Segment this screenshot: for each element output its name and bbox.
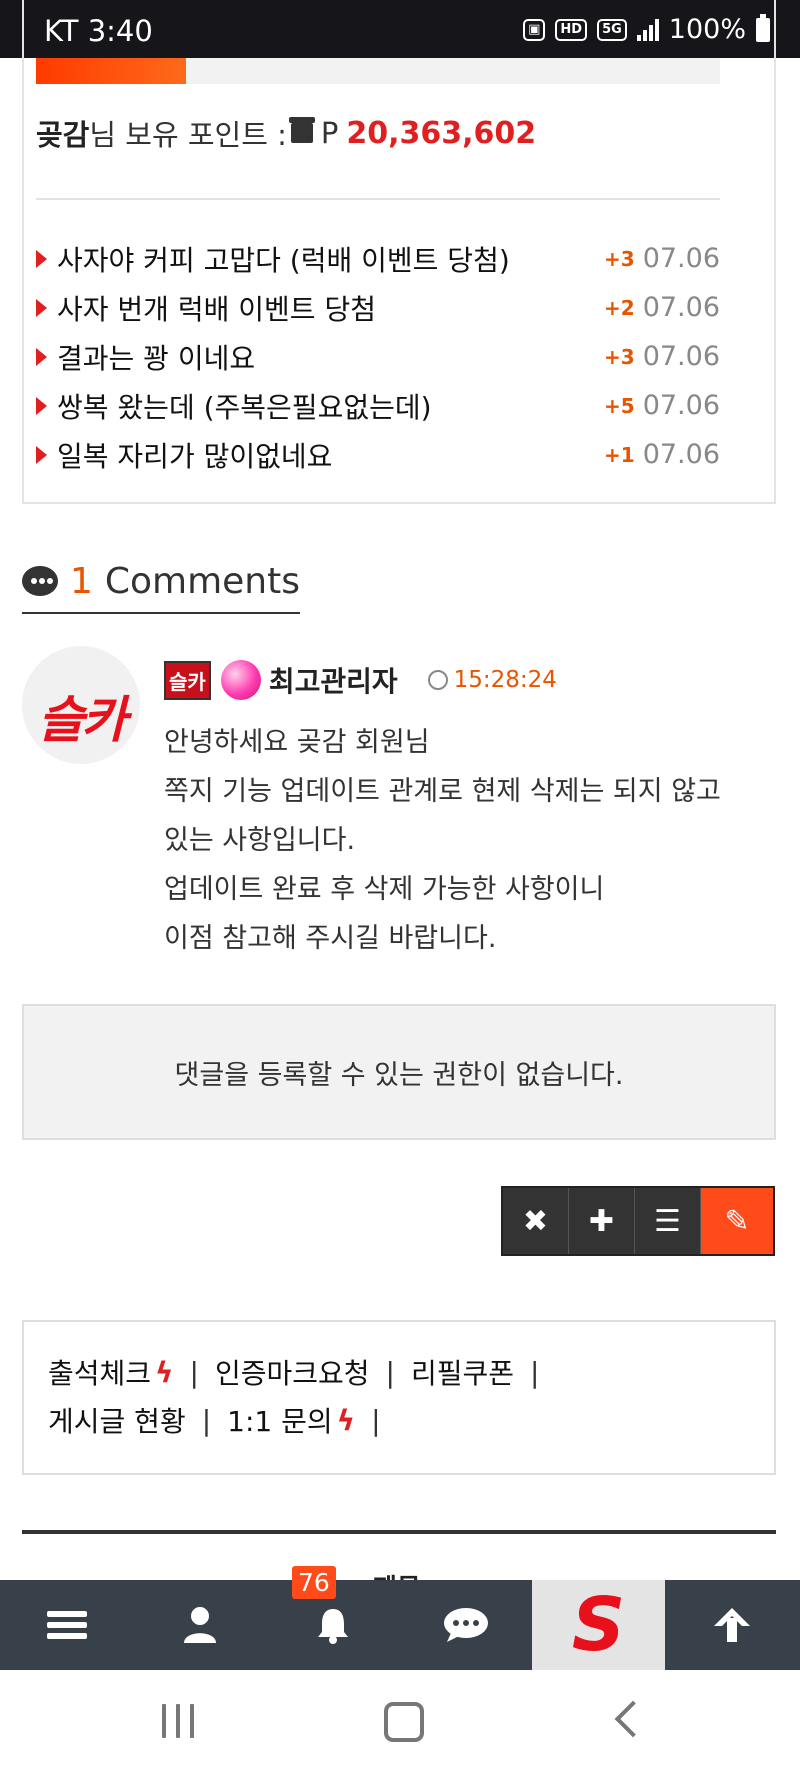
close-button[interactable]: ✖ [503,1188,569,1254]
comment-line: 쪽지 기능 업데이트 관계로 현제 삭제는 되지 않고 [164,776,721,807]
recent-post-date: 07.06 [642,439,720,470]
recent-post-title[interactable]: 결과는 꽝 이네요 [57,337,604,377]
recent-post-title[interactable]: 일복 자리가 많이없네요 [57,435,604,475]
home-button[interactable] [384,1702,424,1742]
comments-header: 1 Comments [22,550,300,614]
quick-links-box: 출석체크 ϟ | 인증마크요청 | 리필쿠폰 | 게시글 현황 | 1:1 문의… [22,1320,776,1475]
quick-links-row: 출석체크 ϟ | 인증마크요청 | 리필쿠폰 | [48,1352,555,1392]
comment-line: 이점 참고해 주시길 바랍니다. [164,923,497,954]
avatar-logo-text: 슬카 [38,691,127,749]
recent-post-item[interactable]: 사자야 커피 고맙다 (럭배 이벤트 당첨) +3 07.06 [36,234,720,283]
recent-post-date: 07.06 [642,390,720,421]
comment-author[interactable]: 최고관리자 [269,660,398,700]
comment-line: 안녕하세요 곶감 회원님 [164,727,430,758]
separator: | [189,1355,199,1389]
recent-post-date: 07.06 [642,292,720,323]
recent-post-points: +2 [604,295,635,320]
level-orb-icon [220,660,261,700]
triangle-right-icon [36,445,47,464]
points-value: 20,363,602 [346,115,537,151]
points-currency: P [320,116,339,150]
recent-post-date: 07.06 [642,243,720,274]
recent-post-points: +5 [604,393,635,418]
add-button[interactable]: ✚ [569,1188,635,1254]
recent-post-points: +3 [604,344,635,369]
member-nickname: 곶감 [36,118,90,152]
inquiry-link[interactable]: 1:1 문의 [227,1400,332,1440]
recent-post-points: +1 [604,442,635,467]
recent-post-item[interactable]: 결과는 꽝 이네요 +3 07.06 [36,332,720,381]
triangle-right-icon [36,396,47,415]
post-action-buttons: ✖ ✚ ☰ ✎ [501,1186,775,1256]
comment-line: 업데이트 완료 후 삭제 가능한 사항이니 [164,874,605,905]
recent-post-title[interactable]: 사자야 커피 고맙다 (럭배 이벤트 당첨) [57,239,604,279]
gift-icon [288,117,315,143]
edit-button[interactable]: ✎ [701,1188,773,1254]
separator: | [385,1355,395,1389]
divider [36,198,720,200]
clock-icon [427,670,448,690]
post-status-link[interactable]: 게시글 현황 [48,1400,186,1440]
recent-post-title[interactable]: 사자 번개 럭배 이벤트 당첨 [57,288,604,328]
list-button[interactable]: ☰ [635,1188,701,1254]
separator: | [371,1403,381,1437]
recent-post-item[interactable]: 일복 자리가 많이없네요 +1 07.06 [36,430,720,479]
recent-post-points: +3 [604,246,635,271]
attendance-link[interactable]: 출석체크 [48,1352,151,1392]
section-divider [22,1530,776,1534]
cert-request-link[interactable]: 인증마크요청 [215,1352,370,1392]
triangle-right-icon [36,347,47,366]
user-icon [183,1607,216,1643]
comment-meta: 슬카 최고관리자 15:28:24 [164,660,557,700]
separator: | [201,1403,212,1437]
recent-apps-button[interactable] [162,1704,194,1738]
comment-time: 15:28:24 [453,667,557,693]
menu-button[interactable] [0,1580,133,1670]
recent-post-item[interactable]: 사자 번개 럭배 이벤트 당첨 +2 07.06 [36,283,720,332]
recent-post-item[interactable]: 쌍복 왔는데 (주복은필요없는데) +5 07.06 [36,381,720,430]
site-logo-button[interactable]: S [532,1580,665,1670]
bell-icon [317,1609,348,1644]
bottom-nav: S 76 [0,1566,800,1670]
comments-count: 1 [69,560,93,602]
comments-label: Comments [104,560,300,602]
chat-bubble-icon [443,1608,488,1642]
arrow-up-icon [713,1608,750,1642]
level-badge: 슬카 [164,660,211,700]
points-progress-fill [36,58,187,84]
site-logo: S [571,1582,626,1668]
triangle-right-icon [36,298,47,317]
separator: | [530,1355,540,1389]
speech-bubble-icon [22,566,58,596]
scroll-top-button[interactable] [665,1580,798,1670]
profile-button[interactable] [133,1580,266,1670]
comment-body: 안녕하세요 곶감 회원님 쪽지 기능 업데이트 관계로 현제 삭제는 되지 않고… [164,718,784,963]
lightning-icon: ϟ [155,1355,174,1389]
system-nav-bar [0,1670,800,1778]
comment-line: 있는 사항입니다. [164,825,356,856]
refill-coupon-link[interactable]: 리필쿠폰 [411,1352,514,1392]
chat-button[interactable] [399,1580,532,1670]
avatar[interactable]: 슬카 [22,646,140,764]
recent-posts-list: 사자야 커피 고맙다 (럭배 이벤트 당첨) +3 07.06 사자 번개 럭배… [36,234,720,479]
notification-count-badge: 76 [292,1566,336,1599]
recent-post-title[interactable]: 쌍복 왔는데 (주복은필요없는데) [57,386,604,426]
points-line: 곶감 님 보유 포인트 : P 20,363,602 [36,112,536,154]
quick-links-row: 게시글 현황 | 1:1 문의 ϟ | [48,1400,397,1440]
back-button[interactable] [614,1700,652,1738]
lightning-icon: ϟ [336,1403,356,1437]
triangle-right-icon [36,249,47,268]
points-progress-bar [36,58,720,84]
recent-post-date: 07.06 [642,341,720,372]
points-label: 님 보유 포인트 : [89,118,287,152]
no-permission-notice: 댓글을 등록할 수 있는 권한이 없습니다. [22,1004,776,1140]
hamburger-icon [46,1606,87,1644]
